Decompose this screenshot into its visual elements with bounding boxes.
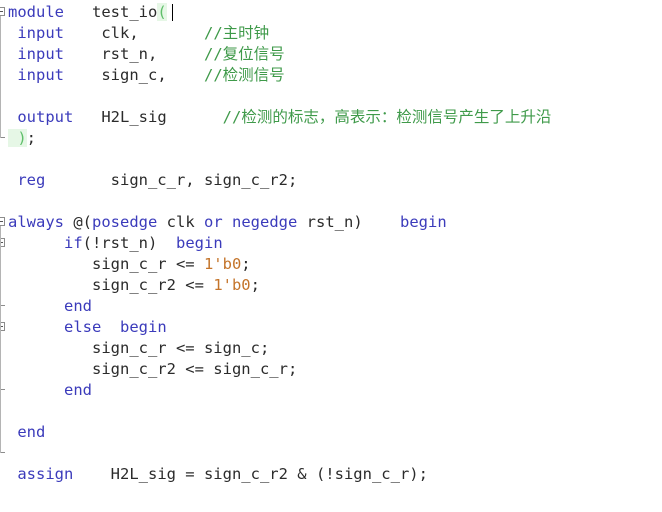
code-token: H2L_sig [73, 108, 167, 126]
code-line[interactable]: assign H2L_sig = sign_c_r2 & (!sign_c_r)… [8, 464, 428, 485]
code-line[interactable]: sign_c_r <= 1'b0; [8, 254, 251, 275]
code-token: begin [176, 234, 223, 252]
code-token: clk [157, 213, 204, 231]
code-token: begin [120, 318, 167, 336]
code-token: sign_c_r2 <= [8, 276, 214, 294]
code-token: if [64, 234, 83, 252]
code-token: sign_c_r2 <= sign_c_r; [8, 360, 298, 378]
code-token: 1'b0 [203, 255, 242, 273]
code-token: input [8, 45, 64, 63]
code-line[interactable]: input sign_c, //检测信号 [8, 65, 285, 86]
code-token: input [8, 24, 64, 42]
code-content[interactable]: module test_io( input clk, //主时钟 input r… [0, 0, 662, 512]
code-token: //检测信号 [203, 66, 285, 84]
code-token: (!rst_n) [82, 234, 176, 252]
code-token: end [64, 297, 92, 315]
code-token: //主时钟 [203, 24, 270, 42]
code-token: //复位信号 [204, 45, 285, 63]
code-token: assign [8, 465, 74, 483]
code-token: test_io [92, 3, 158, 21]
code-token: input [8, 66, 64, 84]
code-token: reg [8, 171, 46, 189]
code-token: sign_c_r, sign_c_r2; [45, 171, 298, 189]
code-token: module [8, 3, 64, 21]
code-token: //检测的标志，高表示：检测信号产生了上升沿 [222, 108, 552, 126]
code-token: sign_c_r <= sign_c; [8, 339, 270, 357]
code-token: ; [241, 255, 251, 273]
code-token: end [8, 423, 46, 441]
code-line[interactable]: always @(posedge clk or negedge rst_n) b… [8, 212, 447, 233]
code-token: else [64, 318, 102, 336]
code-line[interactable]: reg sign_c_r, sign_c_r2; [8, 170, 297, 191]
code-line[interactable]: input clk, //主时钟 [8, 23, 269, 44]
code-token: ( [157, 3, 167, 21]
code-token: @( [64, 213, 92, 231]
code-token: posedge [92, 213, 158, 231]
code-token: rst_n, [64, 45, 158, 63]
code-token: H2L_sig = sign_c_r2 & (!sign_c_r); [73, 465, 428, 483]
code-token: end [64, 381, 92, 399]
code-line[interactable]: else begin [8, 317, 167, 338]
code-line[interactable]: end [8, 380, 92, 401]
code-token: output [8, 108, 74, 126]
code-line[interactable]: end [8, 296, 92, 317]
code-token: or [204, 213, 223, 231]
text-caret [172, 4, 173, 21]
code-token: begin [400, 213, 447, 231]
code-line[interactable]: output H2L_sig //检测的标志，高表示：检测信号产生了上升沿 [8, 107, 551, 128]
code-line[interactable]: ); [8, 128, 36, 149]
code-line[interactable]: if(!rst_n) begin [8, 233, 223, 254]
code-token: ; [26, 129, 37, 147]
code-line[interactable]: input rst_n, //复位信号 [8, 44, 285, 65]
code-line[interactable]: sign_c_r <= sign_c; [8, 338, 269, 359]
code-line[interactable]: module test_io( [8, 2, 167, 23]
code-editor[interactable]: module test_io( input clk, //主时钟 input r… [0, 0, 662, 512]
code-token: rst_n) [297, 213, 363, 231]
code-token: clk, [64, 24, 139, 42]
code-token: sign_c_r <= [8, 255, 204, 273]
code-line[interactable]: sign_c_r2 <= 1'b0; [8, 275, 260, 296]
code-token: negedge [232, 213, 298, 231]
code-token: always [8, 213, 64, 231]
code-token: ; [250, 276, 260, 294]
code-line[interactable]: end [8, 422, 45, 443]
code-line[interactable]: sign_c_r2 <= sign_c_r; [8, 359, 297, 380]
code-token: ) [8, 129, 27, 147]
code-token: 1'b0 [213, 276, 251, 294]
code-token: sign_c, [64, 66, 167, 84]
